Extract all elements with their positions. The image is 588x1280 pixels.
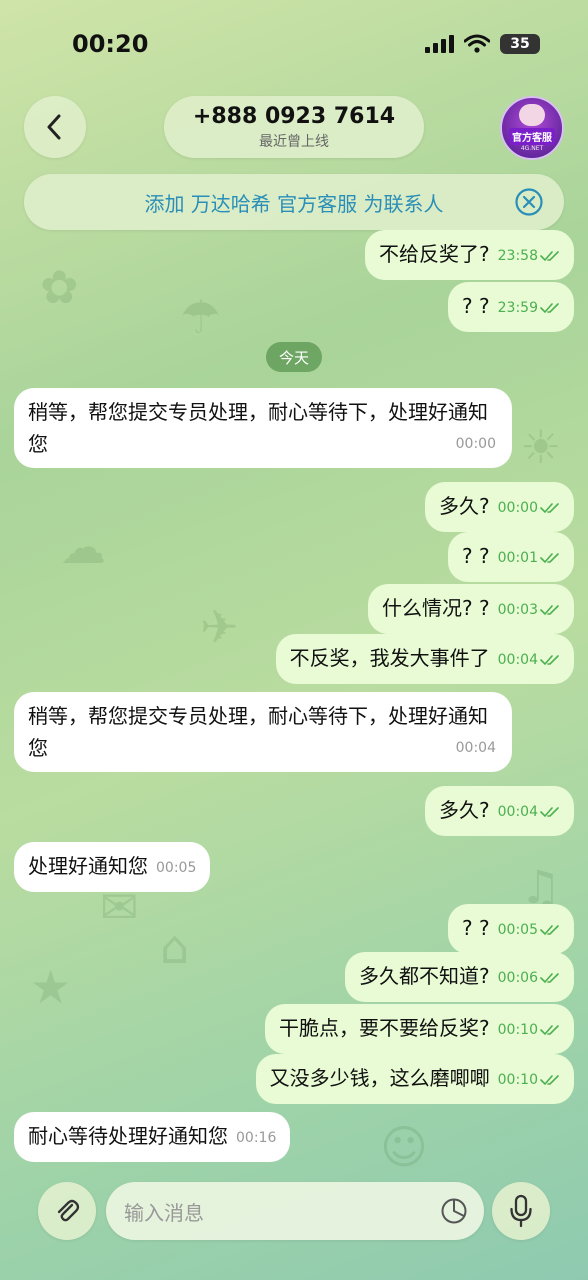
message-bubble[interactable]: ? ? 00:01 <box>448 532 574 582</box>
message-bubble[interactable]: 多久? 00:00 <box>425 482 574 532</box>
double-check-icon <box>540 806 559 817</box>
microphone-button[interactable] <box>492 1182 550 1240</box>
background-doodle: ☂ <box>180 290 222 344</box>
day-separator: 今天 <box>266 342 322 372</box>
background-doodle: ☺ <box>380 1120 428 1174</box>
close-icon[interactable] <box>514 187 544 217</box>
double-check-icon <box>540 972 559 983</box>
double-check-icon <box>540 502 559 513</box>
message-time: 00:00 <box>455 436 496 452</box>
avatar-subtext: 4G.NET <box>520 145 544 152</box>
double-check-icon <box>540 1024 559 1035</box>
message-text: 不给反奖了? <box>379 242 490 266</box>
message-bubble[interactable]: 不反奖，我发大事件了 00:04 <box>275 634 574 684</box>
background-doodle: ☁ <box>60 520 106 574</box>
avatar-character-icon <box>519 104 545 126</box>
message-time: 23:59 <box>498 292 560 324</box>
add-contact-text: 添加 万达哈希 官方客服 为联系人 <box>144 191 444 216</box>
double-check-icon <box>540 250 559 261</box>
battery-indicator: 35 <box>500 34 540 54</box>
message-text: 又没多少钱，这么磨唧唧 <box>269 1066 490 1090</box>
message-time: 00:04 <box>498 796 560 828</box>
avatar-badge: 官方客服 <box>509 128 555 145</box>
message-bubble[interactable]: 多久? 00:04 <box>425 786 574 836</box>
message-text: 稍等，帮您提交专员处理，耐心等待下，处理好通知您 <box>28 400 488 456</box>
background-doodle: ★ <box>30 960 72 1014</box>
message-time: 00:10 <box>498 1014 560 1046</box>
status-time: 00:20 <box>72 30 149 58</box>
background-doodle: ⌂ <box>160 920 190 974</box>
message-text: 什么情况? ? <box>382 596 490 620</box>
status-icons: 35 <box>425 34 540 54</box>
sticker-icon[interactable] <box>440 1197 468 1225</box>
add-contact-banner[interactable]: 添加 万达哈希 官方客服 为联系人 <box>24 174 564 230</box>
background-doodle: ✿ <box>40 260 79 314</box>
message-time: 00:10 <box>498 1064 560 1096</box>
double-check-icon <box>540 924 559 935</box>
message-time: 00:05 <box>156 859 197 876</box>
message-time: 00:05 <box>498 914 560 946</box>
wifi-icon <box>464 34 490 53</box>
message-time: 23:58 <box>498 240 560 272</box>
double-check-icon <box>540 1074 559 1085</box>
message-text: ? ? <box>462 294 490 318</box>
contact-phone: +888 0923 7614 <box>192 104 396 129</box>
message-bubble[interactable]: 稍等，帮您提交专员处理，耐心等待下，处理好通知您 00:00 <box>14 388 512 468</box>
message-time: 00:16 <box>236 1129 277 1146</box>
signal-icon <box>425 35 454 53</box>
message-bubble[interactable]: ? ? 23:59 <box>448 282 574 332</box>
message-text: 耐心等待处理好通知您 <box>28 1124 228 1148</box>
message-time: 00:04 <box>455 740 496 756</box>
message-time: 00:01 <box>498 542 560 574</box>
message-bubble[interactable]: 稍等，帮您提交专员处理，耐心等待下，处理好通知您 00:04 <box>14 692 512 772</box>
chevron-left-icon <box>47 114 61 140</box>
back-button[interactable] <box>24 96 86 158</box>
message-text: 处理好通知您 <box>28 854 148 878</box>
message-bubble[interactable]: ? ? 00:05 <box>448 904 574 954</box>
message-bubble[interactable]: 干脆点，要不要给反奖? 00:10 <box>265 1004 574 1054</box>
message-bubble[interactable]: 什么情况? ? 00:03 <box>368 584 574 634</box>
double-check-icon <box>540 302 559 313</box>
message-text: 多久都不知道? <box>359 964 490 988</box>
message-text: 多久? <box>439 798 490 822</box>
message-text: ? ? <box>462 916 490 940</box>
double-check-icon <box>540 604 559 615</box>
paperclip-icon <box>57 1199 80 1222</box>
microphone-icon <box>510 1194 532 1228</box>
message-input[interactable]: 输入消息 <box>106 1182 484 1240</box>
message-text: ? ? <box>462 544 490 568</box>
message-text: 干脆点，要不要给反奖? <box>279 1016 490 1040</box>
message-text: 多久? <box>439 494 490 518</box>
message-time: 00:04 <box>498 644 560 676</box>
message-bubble[interactable]: 多久都不知道? 00:06 <box>345 952 574 1002</box>
message-text: 稍等，帮您提交专员处理，耐心等待下，处理好通知您 <box>28 704 488 760</box>
last-seen-status: 最近曾上线 <box>259 134 329 150</box>
chat-title[interactable]: +888 0923 7614 最近曾上线 <box>164 96 424 158</box>
message-input-placeholder: 输入消息 <box>124 1200 204 1225</box>
double-check-icon <box>540 654 559 665</box>
message-bubble[interactable]: 又没多少钱，这么磨唧唧 00:10 <box>255 1054 574 1104</box>
attach-button[interactable] <box>38 1182 96 1240</box>
double-check-icon <box>540 552 559 563</box>
background-doodle: ☀ <box>520 420 562 474</box>
message-time: 00:00 <box>498 492 560 524</box>
message-time: 00:06 <box>498 962 560 994</box>
message-bubble[interactable]: 不给反奖了? 23:58 <box>365 230 574 280</box>
message-bubble[interactable]: 耐心等待处理好通知您 00:16 <box>14 1112 291 1162</box>
message-bubble[interactable]: 处理好通知您 00:05 <box>14 842 211 892</box>
message-text: 不反奖，我发大事件了 <box>289 646 490 670</box>
avatar[interactable]: 官方客服 4G.NET <box>500 96 564 160</box>
message-time: 00:03 <box>498 594 560 626</box>
background-doodle: ✈ <box>200 600 239 654</box>
